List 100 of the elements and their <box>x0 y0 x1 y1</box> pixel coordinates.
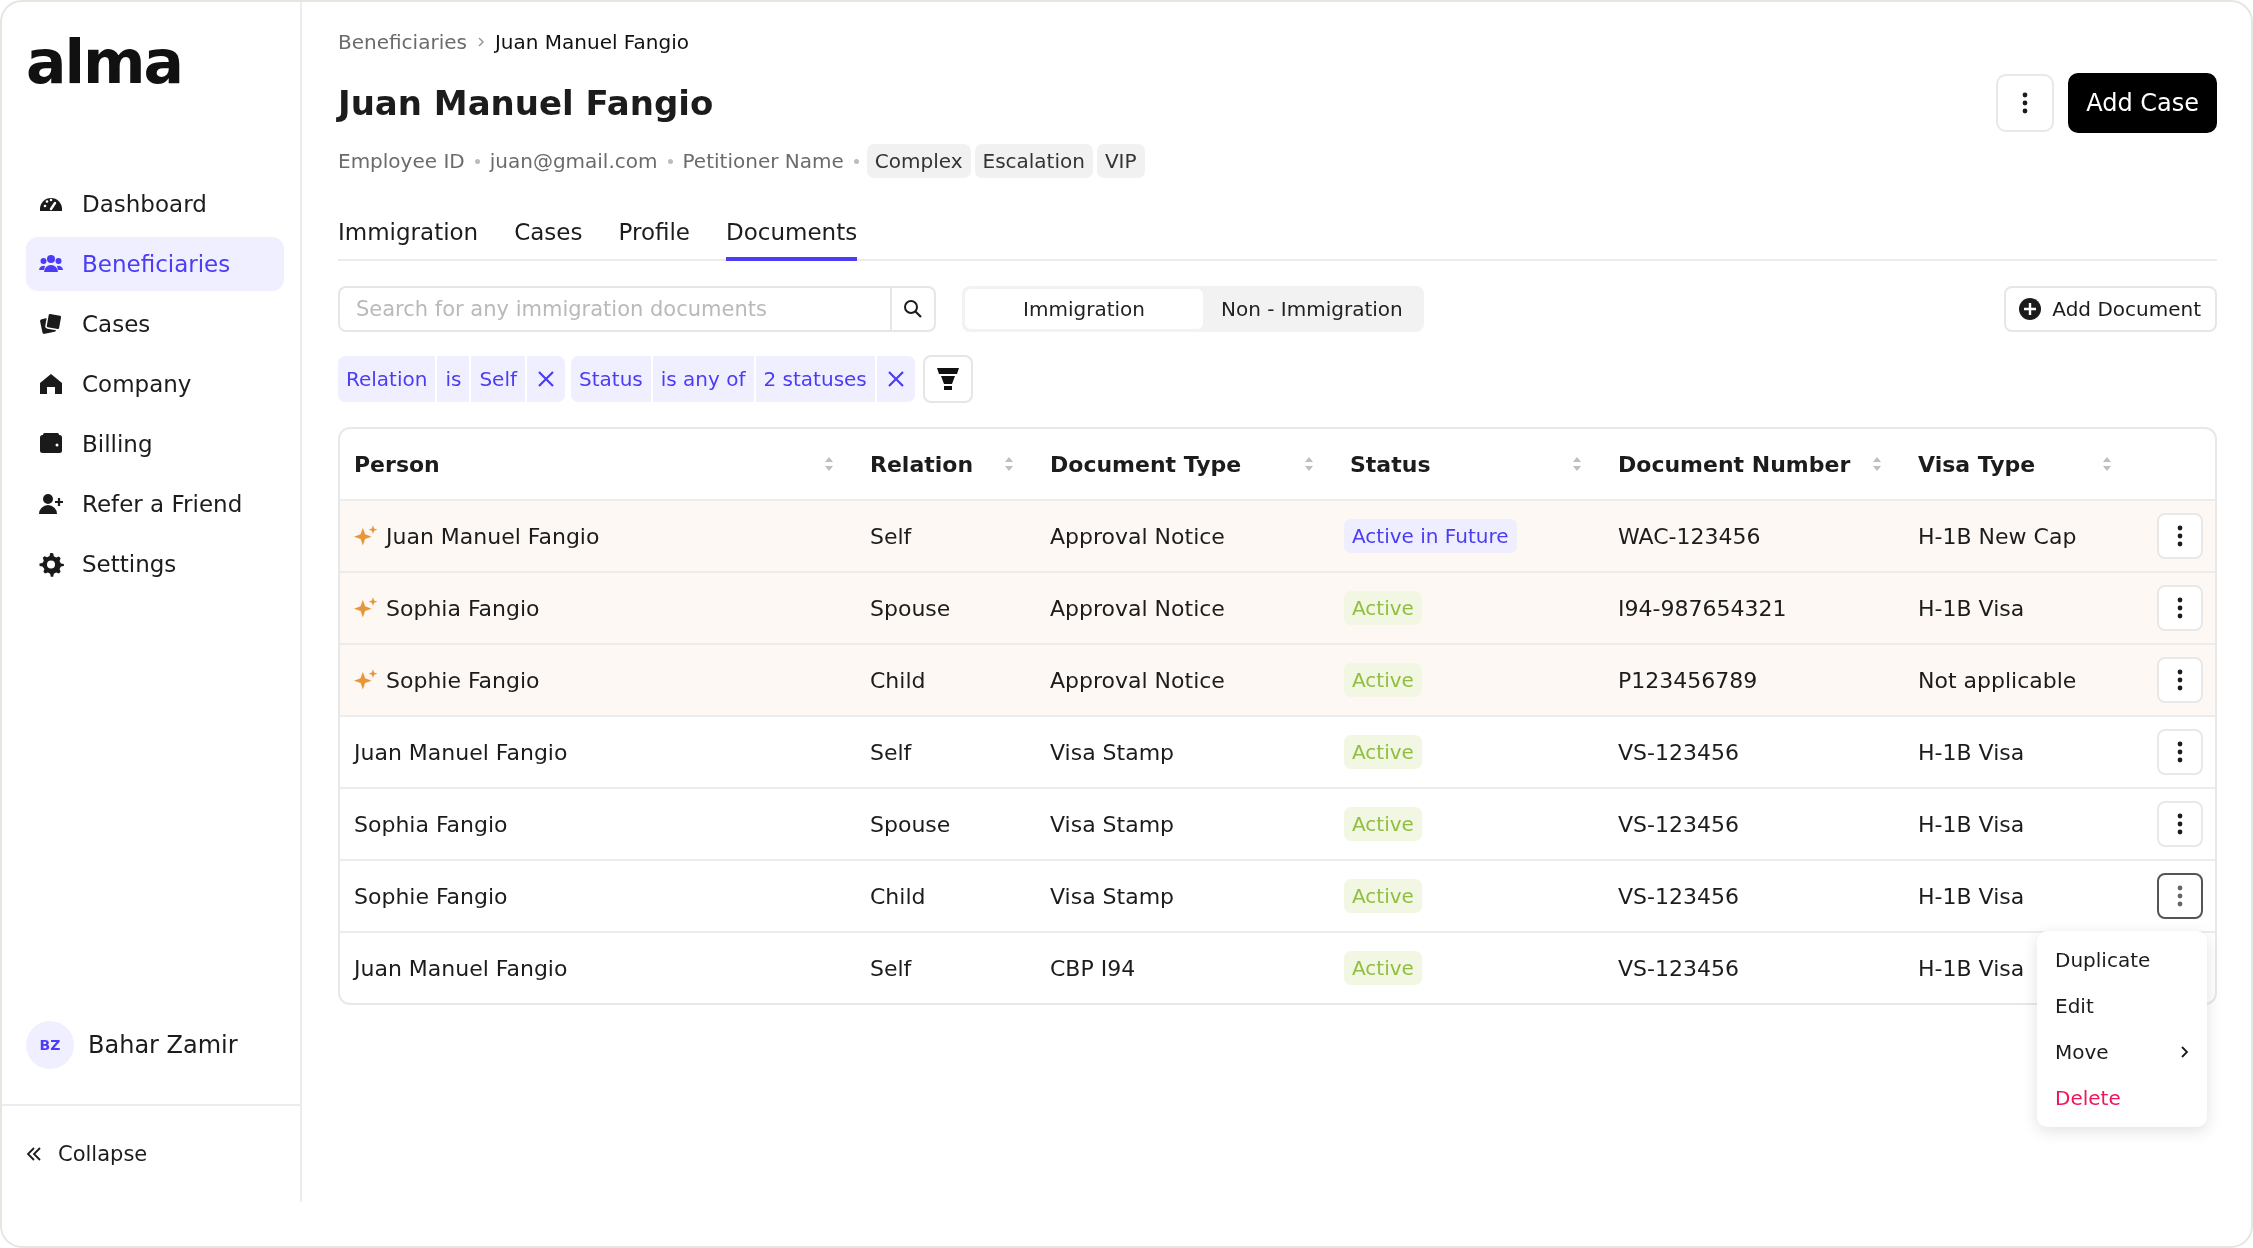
column-header: Visa Type <box>1918 451 2036 477</box>
column-header: Document Number <box>1618 451 1851 477</box>
table-cell: Sophia Fangio <box>386 595 540 621</box>
table-cell: H-1B Visa <box>1918 883 2025 909</box>
table-cell: Visa Stamp <box>1050 811 1175 837</box>
nav-icon <box>38 491 64 517</box>
tab[interactable]: Cases <box>514 219 583 261</box>
table-cell: VS-123456 <box>1618 883 1739 909</box>
status-badge: Active <box>1344 735 1422 769</box>
tab[interactable]: Documents <box>726 219 858 261</box>
table-cell: Approval Notice <box>1050 523 1225 549</box>
close-icon <box>886 370 905 388</box>
more-icon <box>2177 885 2183 907</box>
menu-item[interactable]: Edit <box>2037 983 2207 1029</box>
table-cell: H-1B New Cap <box>1918 523 2077 549</box>
status-badge: Active <box>1344 951 1422 985</box>
menu-item[interactable]: Delete <box>2037 1075 2207 1121</box>
filter-field: Status <box>571 356 651 402</box>
segment-option[interactable]: Non - Immigration <box>1203 289 1421 329</box>
status-badge: Active <box>1344 663 1422 697</box>
table-cell: VS-123456 <box>1618 955 1739 981</box>
sidebar-item[interactable]: Beneficiaries <box>26 237 284 291</box>
collapse-button[interactable]: Collapse <box>26 1142 148 1166</box>
filter-operator[interactable]: is <box>437 356 470 402</box>
page-title: Juan Manuel Fangio <box>338 83 715 123</box>
sidebar-item[interactable]: Settings <box>26 537 284 591</box>
table-cell: Child <box>870 883 926 909</box>
more-icon <box>2177 597 2183 619</box>
menu-item[interactable]: Move <box>2037 1029 2207 1075</box>
menu-item[interactable]: Duplicate <box>2037 937 2207 983</box>
tab[interactable]: Immigration <box>338 219 479 261</box>
sparkle-icon <box>354 596 378 620</box>
table-cell: Juan Manuel Fangio <box>354 739 568 765</box>
table-cell: I94-987654321 <box>1618 595 1787 621</box>
sparkle-icon <box>354 524 378 548</box>
user-avatar[interactable]: BZ <box>26 1021 74 1069</box>
status-badge: Active <box>1344 807 1422 841</box>
search-field[interactable]: Search for any immigration documents <box>338 286 890 332</box>
table-cell: Child <box>870 667 926 693</box>
more-icon <box>2022 92 2029 114</box>
sparkle-icon <box>354 668 378 692</box>
sidebar-item[interactable]: Cases <box>26 297 284 351</box>
table-cell: Not applicable <box>1918 667 2077 693</box>
sidebar-item[interactable]: Company <box>26 357 284 411</box>
remove-filter-button[interactable] <box>876 356 915 402</box>
search-button[interactable] <box>890 286 936 332</box>
plus-circle-icon <box>2018 297 2043 321</box>
funnel-icon <box>935 366 960 392</box>
segment-option[interactable]: Immigration <box>965 289 1203 329</box>
filter-value[interactable]: Self <box>471 356 526 402</box>
table-cell: VS-123456 <box>1618 811 1739 837</box>
table-cell: Approval Notice <box>1050 595 1225 621</box>
table-cell: Visa Stamp <box>1050 883 1175 909</box>
table-cell: CBP I94 <box>1050 955 1136 981</box>
sidebar-item[interactable]: Billing <box>26 417 284 471</box>
tag: Complex <box>866 144 971 178</box>
table-cell: Approval Notice <box>1050 667 1225 693</box>
column-header: Relation <box>870 451 974 477</box>
table-cell: Sophie Fangio <box>354 883 508 909</box>
more-icon <box>2177 525 2183 547</box>
table-cell: Spouse <box>870 595 951 621</box>
nav-icon <box>38 311 64 337</box>
table-cell: Sophie Fangio <box>386 667 540 693</box>
table-cell: Self <box>870 523 912 549</box>
breadcrumb-link[interactable]: Beneficiaries <box>338 30 467 54</box>
table-cell: Self <box>870 739 912 765</box>
column-header: Status <box>1350 451 1431 477</box>
breadcrumb-current: Juan Manuel Fangio <box>494 30 689 54</box>
status-badge: Active <box>1344 879 1422 913</box>
remove-filter-button[interactable] <box>527 356 566 402</box>
table-cell: H-1B Visa <box>1918 739 2025 765</box>
filter-field: Relation <box>338 356 436 402</box>
logo: alma <box>26 26 184 99</box>
meta-text: Employee ID <box>338 149 465 173</box>
add-document-button[interactable]: Add Document <box>2004 286 2217 332</box>
tab[interactable]: Profile <box>618 219 690 261</box>
search-icon <box>903 299 923 319</box>
nav-icon <box>38 371 64 397</box>
more-icon <box>2177 813 2183 835</box>
sidebar-item[interactable]: Dashboard <box>26 177 284 231</box>
table-cell: Sophia Fangio <box>354 811 508 837</box>
row-menu-button[interactable] <box>2157 873 2203 919</box>
tag: VIP <box>1096 144 1145 178</box>
filter-value[interactable]: 2 statuses <box>755 356 875 402</box>
filter-button[interactable] <box>922 355 973 403</box>
more-icon <box>2177 669 2183 691</box>
chevron-icon <box>2179 1045 2189 1059</box>
status-badge: Active in Future <box>1344 519 1517 553</box>
column-header: Person <box>354 451 440 477</box>
sidebar-item[interactable]: Refer a Friend <box>26 477 284 531</box>
table-cell: Self <box>870 955 912 981</box>
table-cell: WAC-123456 <box>1618 523 1761 549</box>
table-cell: Juan Manuel Fangio <box>386 523 600 549</box>
table-cell: Visa Stamp <box>1050 739 1175 765</box>
column-header: Document Type <box>1050 451 1242 477</box>
table-cell: H-1B Visa <box>1918 595 2025 621</box>
table-cell: Spouse <box>870 811 951 837</box>
add-case-button[interactable]: Add Case <box>2068 73 2217 133</box>
filter-operator[interactable]: is any of <box>652 356 754 402</box>
status-badge: Active <box>1344 591 1422 625</box>
